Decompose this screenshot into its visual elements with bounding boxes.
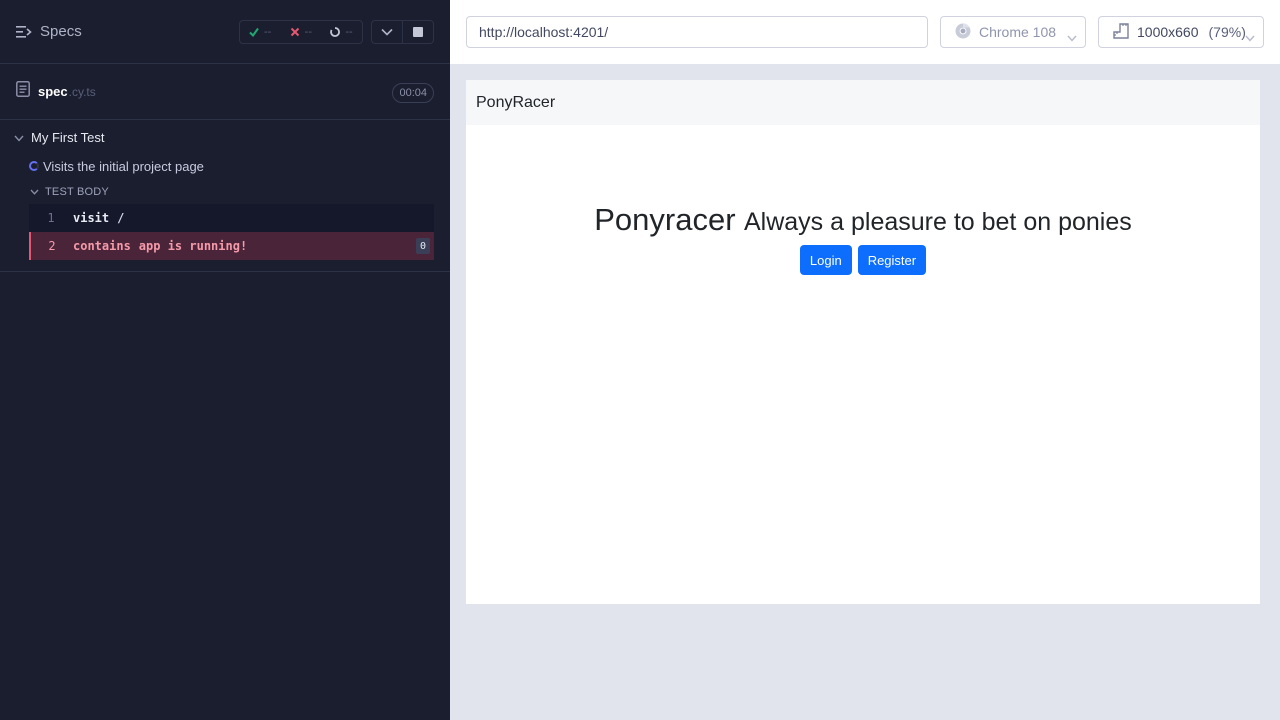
failed-count: -- bbox=[304, 26, 312, 38]
url-bar[interactable]: http://localhost:4201/ bbox=[466, 16, 928, 48]
passed-stat: -- bbox=[240, 26, 281, 38]
spec-duration: 00:04 bbox=[392, 83, 434, 103]
test-title: Visits the initial project page bbox=[43, 158, 204, 174]
stop-button[interactable] bbox=[402, 21, 433, 43]
navbar-brand[interactable]: PonyRacer bbox=[466, 80, 1260, 125]
brand-label: PonyRacer bbox=[476, 93, 556, 111]
document-icon bbox=[16, 81, 30, 102]
test-stats: -- -- -- bbox=[239, 20, 363, 44]
specs-label: Specs bbox=[40, 23, 82, 40]
command-number: 1 bbox=[47, 211, 55, 225]
hero-actions: Login Register bbox=[466, 245, 1260, 275]
command-row-failed[interactable]: 2 contains app is running! 0 bbox=[29, 232, 434, 260]
command-number: 2 bbox=[48, 239, 56, 253]
command-log-panel: Specs -- -- -- spec .cy.ts 00:04 My Firs… bbox=[0, 0, 450, 720]
aut-header: http://localhost:4201/ Chrome 108 1000x6… bbox=[450, 0, 1280, 64]
test-body-toggle[interactable]: TEST BODY bbox=[0, 180, 450, 204]
viewport-size: 1000x660 bbox=[1137, 24, 1199, 40]
chevron-down-icon bbox=[14, 130, 24, 145]
chrome-icon bbox=[955, 23, 971, 42]
elements-found-badge: 0 bbox=[416, 238, 430, 254]
spec-extension: .cy.ts bbox=[68, 84, 96, 99]
running-spinner-icon bbox=[29, 161, 39, 171]
spec-name: spec bbox=[38, 84, 68, 99]
pending-count: -- bbox=[345, 26, 353, 38]
specs-list-icon bbox=[16, 25, 32, 39]
url-text: http://localhost:4201/ bbox=[479, 24, 609, 40]
viewport-selector[interactable]: 1000x660 (79%) bbox=[1098, 16, 1264, 48]
browser-selector[interactable]: Chrome 108 bbox=[940, 16, 1086, 48]
command-name: contains bbox=[73, 239, 131, 253]
hero-heading: Ponyracer Always a pleasure to bet on po… bbox=[466, 202, 1260, 238]
x-icon bbox=[290, 27, 300, 37]
collapse-all-button[interactable] bbox=[372, 21, 402, 43]
hero-title: Ponyracer bbox=[594, 202, 736, 237]
chevron-down-icon bbox=[1245, 29, 1255, 45]
command-message: / bbox=[117, 211, 125, 225]
chevron-down-icon bbox=[30, 186, 39, 198]
suite-row[interactable]: My First Test bbox=[0, 122, 450, 152]
login-button[interactable]: Login bbox=[799, 245, 852, 275]
register-button[interactable]: Register bbox=[857, 245, 927, 275]
suite-title: My First Test bbox=[31, 129, 105, 145]
viewport-scale: (79%) bbox=[1208, 24, 1246, 40]
command-row[interactable]: 1 visit / bbox=[29, 204, 434, 232]
failed-stat: -- bbox=[281, 26, 322, 38]
command-name: visit bbox=[73, 211, 110, 225]
stop-icon bbox=[413, 27, 423, 37]
specs-list-toggle[interactable]: Specs bbox=[16, 23, 82, 40]
hero-subtitle: Always a pleasure to bet on ponies bbox=[744, 208, 1132, 236]
ruler-icon bbox=[1113, 22, 1129, 42]
pending-stat: -- bbox=[321, 26, 362, 38]
run-controls bbox=[371, 20, 434, 44]
test-body-label: TEST BODY bbox=[45, 186, 109, 198]
spec-file-row[interactable]: spec .cy.ts 00:04 bbox=[0, 64, 450, 120]
pending-circle-icon bbox=[330, 27, 341, 37]
chevron-down-icon bbox=[381, 23, 393, 41]
test-row[interactable]: Visits the initial project page bbox=[0, 152, 450, 180]
browser-name: Chrome 108 bbox=[979, 24, 1057, 40]
check-icon bbox=[249, 27, 259, 37]
aut-iframe: PonyRacer Ponyracer Always a pleasure to… bbox=[466, 80, 1260, 604]
command-message: app is running! bbox=[138, 239, 248, 253]
chevron-down-icon bbox=[1067, 29, 1077, 45]
divider bbox=[0, 271, 450, 272]
runner-header: Specs -- -- -- bbox=[0, 0, 450, 64]
passed-count: -- bbox=[264, 26, 272, 38]
